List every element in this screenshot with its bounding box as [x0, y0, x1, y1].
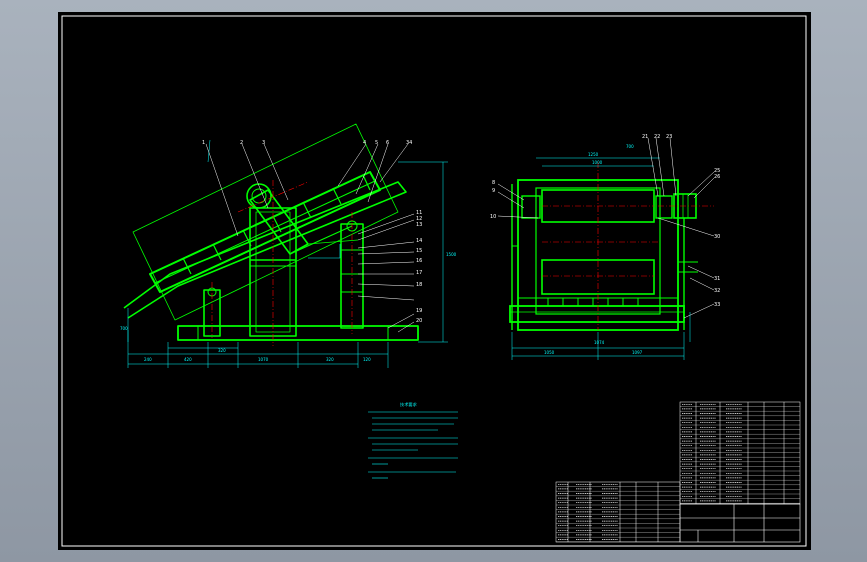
svg-text:33: 33: [714, 302, 720, 308]
svg-text:120: 120: [363, 357, 371, 362]
right-bearing: [655, 195, 673, 219]
svg-text:320: 320: [326, 357, 334, 362]
end-leaders: [497, 137, 715, 319]
svg-text:30: 30: [714, 234, 720, 240]
svg-text:6: 6: [386, 140, 389, 146]
svg-text:14: 14: [416, 238, 422, 244]
parts-list-upper: [679, 401, 801, 505]
svg-text:420: 420: [184, 357, 192, 362]
svg-text:19: 19: [416, 308, 422, 314]
left-bearing: [521, 195, 541, 219]
svg-text:2: 2: [240, 140, 243, 146]
svg-text:4: 4: [363, 140, 366, 146]
end-part-numbers-top: 21 22 23: [642, 134, 672, 140]
svg-text:17: 17: [416, 270, 422, 276]
svg-text:1074: 1074: [594, 340, 605, 345]
svg-text:320: 320: [218, 348, 226, 353]
side-part-numbers-right: 11 12 13 14 15 16 17 18 19 20: [416, 210, 422, 324]
svg-text:1097: 1097: [632, 350, 643, 355]
svg-text:700: 700: [120, 326, 128, 331]
end-view: 1250 1000 700 1050 1097 1074 8 9 10 21 2…: [490, 134, 720, 360]
svg-text:1: 1: [202, 140, 205, 146]
pivot-bearing: [246, 183, 272, 209]
svg-text:20: 20: [416, 318, 422, 324]
svg-text:9: 9: [492, 188, 495, 194]
svg-text:1000: 1000: [592, 160, 603, 165]
side-dimensions: [127, 139, 448, 368]
svg-text:1250: 1250: [588, 152, 599, 157]
base-plate: [177, 325, 419, 341]
svg-text:18: 18: [416, 282, 422, 288]
svg-text:240: 240: [144, 357, 152, 362]
svg-text:8: 8: [492, 180, 495, 186]
svg-text:22: 22: [654, 134, 660, 140]
end-dimension-values: 1250 1000 700 1050 1097 1074: [544, 144, 643, 355]
side-view: 240 420 320 1070 320 120 700 1500 1 2 3 …: [120, 123, 457, 368]
side-leaders: [205, 143, 415, 333]
technical-notes: 技术要求: [368, 401, 458, 479]
svg-text:21: 21: [642, 134, 648, 140]
side-dimension-values: 240 420 320 1070 320 120 700 1500: [120, 252, 457, 362]
svg-text:26: 26: [714, 174, 720, 180]
svg-text:34: 34: [406, 140, 412, 146]
svg-text:16: 16: [416, 258, 422, 264]
svg-text:31: 31: [714, 276, 720, 282]
parts-list-lower: [555, 481, 681, 543]
svg-text:23: 23: [666, 134, 672, 140]
end-part-numbers-right: 25 26 30 31 32 33: [714, 168, 720, 308]
drawing-sheet: 240 420 320 1070 320 120 700 1500 1 2 3 …: [58, 12, 811, 550]
base-slats: [547, 298, 639, 306]
svg-text:5: 5: [375, 140, 378, 146]
technical-notes-body: [368, 411, 458, 479]
end-part-numbers-left: 8 9 10: [490, 180, 496, 220]
svg-text:10: 10: [490, 214, 496, 220]
drawing-canvas: 240 420 320 1070 320 120 700 1500 1 2 3 …: [61, 15, 807, 547]
cad-viewport: 240 420 320 1070 320 120 700 1500 1 2 3 …: [0, 0, 867, 562]
parts-list-lower-rows: [556, 483, 680, 542]
side-part-numbers-top: 1 2 3 4 5 6 34: [202, 140, 412, 146]
svg-text:1050: 1050: [544, 350, 555, 355]
svg-text:3: 3: [262, 140, 265, 146]
svg-text:15: 15: [416, 248, 422, 254]
svg-text:700: 700: [626, 144, 634, 149]
svg-text:1500: 1500: [446, 252, 457, 257]
parts-list-upper-rows: [680, 403, 800, 504]
title-block: [679, 503, 801, 543]
technical-notes-title: 技术要求: [400, 401, 418, 408]
svg-text:13: 13: [416, 222, 422, 228]
svg-text:32: 32: [714, 288, 720, 294]
svg-text:1070: 1070: [258, 357, 269, 362]
